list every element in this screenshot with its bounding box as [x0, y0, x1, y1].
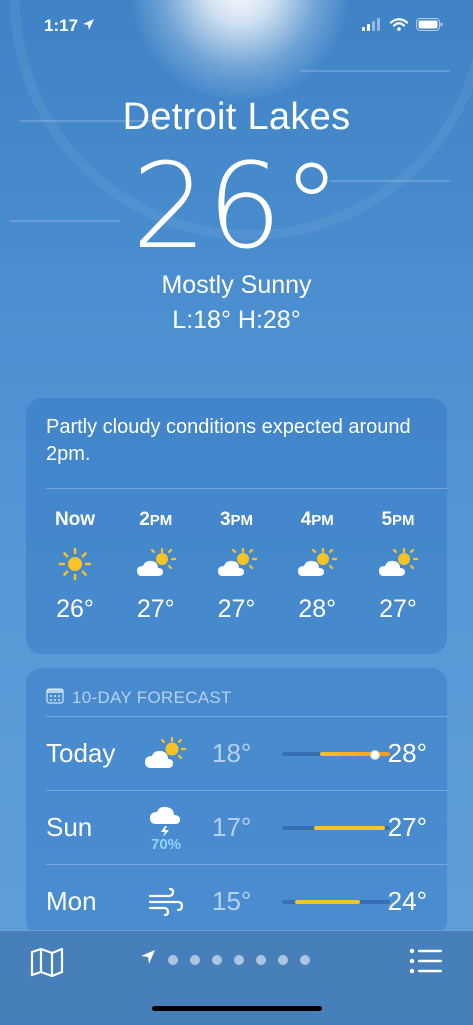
ten-day-header: 10-DAY FORECAST — [26, 668, 447, 712]
forecast-row[interactable]: Today 18° 28° — [26, 716, 447, 790]
forecast-row[interactable]: Sun 70% 17° 27° — [26, 790, 447, 864]
hour-temperature: 27° — [217, 595, 256, 623]
page-indicator[interactable] — [140, 949, 310, 970]
temperature-range-bar — [282, 826, 390, 830]
hour-label: 3PM — [219, 509, 254, 530]
sun-icon — [40, 539, 110, 589]
current-temperature: 26° — [131, 137, 342, 275]
location-arrow-icon — [82, 18, 95, 36]
status-bar: 1:17 — [0, 0, 473, 50]
hour-label: 2PM — [139, 509, 173, 530]
thunderstorm-icon: 70% — [136, 798, 196, 858]
low-temperature: 17° — [212, 812, 252, 842]
list-icon[interactable] — [409, 947, 443, 980]
cloud-streak — [300, 70, 450, 72]
hour-item: 3PM 27° — [202, 509, 272, 624]
partly-cloudy-icon — [202, 539, 272, 589]
partly-cloudy-icon — [363, 539, 433, 589]
forecast-row[interactable]: Mon 15° 24° — [26, 864, 447, 938]
hour-temperature: 27° — [379, 595, 417, 623]
hourly-forecast-card[interactable]: Partly cloudy conditions expected around… — [26, 398, 447, 654]
wifi-icon — [389, 18, 409, 36]
hour-item: 5PM 27° — [363, 509, 433, 624]
hour-temperature: 28° — [298, 595, 337, 623]
battery-icon — [416, 18, 443, 36]
page-dot[interactable] — [212, 954, 222, 965]
divider — [46, 790, 447, 791]
hourly-summary: Partly cloudy conditions expected around… — [46, 416, 411, 465]
divider — [46, 716, 447, 717]
high-temperature: 27° — [387, 812, 427, 842]
current-location-icon[interactable] — [140, 949, 156, 970]
temperature-range-bar — [282, 750, 390, 760]
low-high-text: L:18° H:28° — [172, 306, 301, 334]
status-icons — [362, 18, 443, 36]
day-label: Sun — [46, 812, 93, 842]
partly-cloudy-icon — [136, 724, 196, 784]
page-dot[interactable] — [278, 954, 288, 965]
hour-label: Now — [54, 509, 96, 530]
city-name: Detroit Lakes — [122, 96, 351, 138]
partly-cloudy-icon — [121, 539, 191, 589]
cellular-signal-icon — [362, 18, 382, 36]
precipitation-chance: 70% — [150, 835, 182, 853]
page-dot[interactable] — [190, 954, 200, 965]
day-label: Mon — [46, 886, 97, 916]
wind-icon — [136, 872, 196, 932]
hour-label: 5PM — [381, 509, 415, 530]
hour-item: Now 26° — [40, 509, 110, 624]
calendar-icon — [46, 687, 64, 709]
day-label: Today — [46, 738, 116, 768]
hour-item: 4PM 28° — [282, 509, 352, 624]
ten-day-title: 10-DAY FORECAST — [72, 688, 232, 707]
partly-cloudy-icon — [282, 539, 352, 589]
high-temperature: 24° — [387, 886, 427, 916]
ten-day-forecast-card[interactable]: 10-DAY FORECAST Today 18° 28° Sun 70% 17… — [26, 668, 447, 936]
divider — [46, 864, 447, 865]
current-conditions: Detroit Lakes 26° Mostly Sunny L:18° H:2… — [0, 96, 473, 335]
hour-temperature: 26° — [56, 595, 94, 623]
page-dot[interactable] — [300, 954, 310, 965]
hour-item: 2PM 27° — [121, 509, 191, 624]
temperature-range-bar — [282, 900, 390, 904]
page-dot[interactable] — [168, 954, 178, 965]
range-fill — [294, 900, 360, 904]
home-indicator[interactable] — [152, 1006, 322, 1011]
condition-text: Mostly Sunny — [161, 271, 312, 299]
range-fill — [314, 826, 385, 830]
hour-label: 4PM — [300, 509, 334, 530]
status-time: 1:17 — [44, 16, 79, 35]
page-dot[interactable] — [256, 954, 266, 965]
high-temperature: 28° — [387, 738, 427, 768]
hourly-list[interactable]: Now 26° 2PM 27° 3PM 27° 4PM 28° 5PM 27° — [26, 489, 447, 624]
hour-temperature: 27° — [136, 595, 175, 623]
low-temperature: 15° — [212, 886, 252, 916]
low-temperature: 18° — [212, 738, 252, 768]
map-icon[interactable] — [30, 947, 64, 982]
page-dot[interactable] — [234, 954, 244, 965]
current-temp-dot — [369, 750, 380, 760]
